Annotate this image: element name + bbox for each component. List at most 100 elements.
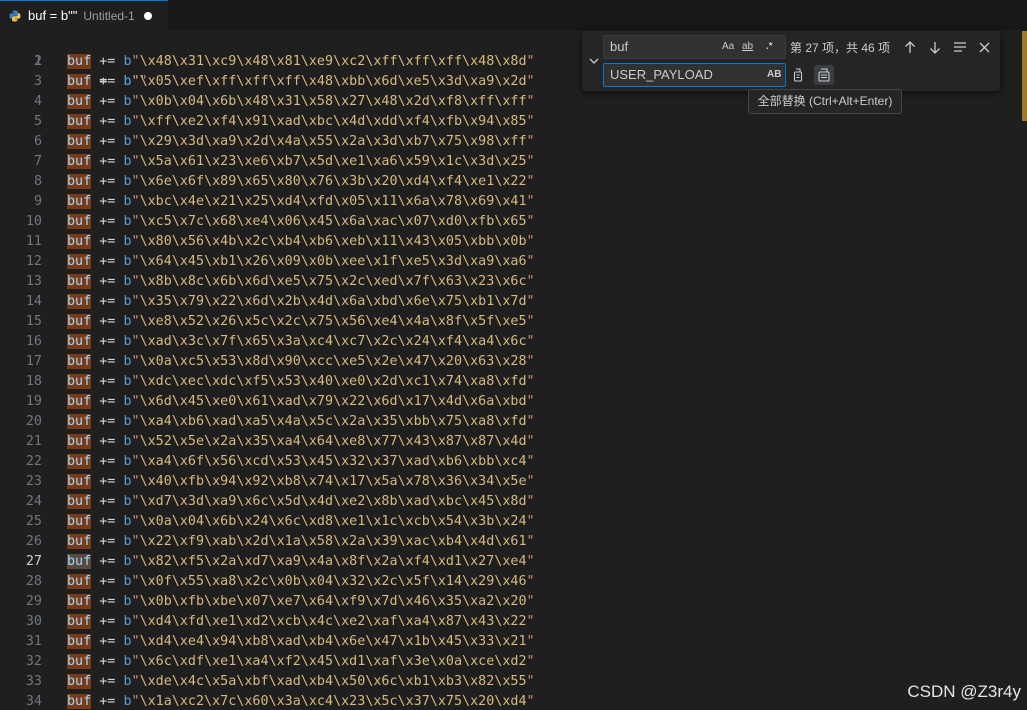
code-line: 5 buf += b"\xff\xe2\xf4\x91\xad\xbc\x4d\x… (0, 112, 1027, 132)
escape-sequence: \x0b\x04\x6b\x48\x31\x58\x27\x48\x2d\xf8… (139, 94, 527, 109)
code-text: buf += b"\xde\x4c\x5a\xbf\xad\xb4\x50\x6… (67, 674, 535, 689)
code-line: 24 buf += b"\xd7\x3d\xa9\x6c\x5d\x4d\xe2\… (0, 492, 1027, 512)
escape-sequence: \x80\x56\x4b\x2c\xb4\xb6\xeb\x11\x43\x05… (139, 234, 527, 249)
find-in-selection-button[interactable] (950, 37, 970, 57)
escape-sequence: \x0a\x04\x6b\x24\x6c\xd8\xe1\x1c\xcb\x54… (139, 514, 527, 529)
code-text: buf += b"\xff\xe2\xf4\x91\xad\xbc\x4d\xd… (67, 114, 535, 129)
code-text: buf += b"\xad\x3c\x7f\x65\x3a\xc4\xc7\x2… (67, 334, 535, 349)
escape-sequence: \xff\xe2\xf4\x91\xad\xbc\x4d\xdd\xf4\xfb… (139, 114, 527, 129)
escape-sequence: \x52\x5e\x2a\x35\xa4\x64\xe8\x77\x43\x87… (139, 434, 527, 449)
escape-sequence: \xa4\xb6\xad\xa5\x4a\x5c\x2a\x35\xbb\x75… (139, 414, 527, 429)
escape-sequence: \x5a\x61\x23\xe6\xb7\x5d\xe1\xa6\x59\x1c… (139, 154, 527, 169)
replace-all-button[interactable] (814, 65, 834, 85)
code-line: 6 buf += b"\x29\x3d\xa9\x2d\x4a\x55\x2a\x… (0, 132, 1027, 152)
tab-title: buf = b"" (28, 8, 78, 23)
replace-all-icon (818, 68, 830, 82)
code-editor[interactable]: 1 buf = b"" 2buf += b"\x48\x31\xc9\x48\x… (0, 30, 1027, 710)
selection-lines-icon (954, 42, 966, 52)
code-text: buf += b"\x0b\xfb\xbe\x07\xe7\x64\xf9\x7… (67, 594, 535, 609)
code-text: buf += b"\x40\xfb\x94\x92\xb8\x74\x17\x5… (67, 474, 535, 489)
line-number: 34 (25, 694, 42, 709)
code-line: 20 buf += b"\xa4\xb6\xad\xa5\x4a\x5c\x2a\… (0, 412, 1027, 432)
line-number: 2 (33, 54, 42, 69)
find-input[interactable]: buf Aa ab .* (603, 35, 786, 59)
replace-input[interactable]: USER_PAYLOAD AB (603, 63, 786, 87)
line-number: 30 (25, 614, 42, 629)
code-text: buf += b"\x0a\xc5\x53\x8d\x90\xcc\xe5\x2… (67, 354, 535, 369)
code-text: buf += b"\x0a\x04\x6b\x24\x6c\xd8\xe1\x1… (67, 514, 535, 529)
escape-sequence: \x40\xfb\x94\x92\xb8\x74\x17\x5a\x78\x36… (139, 474, 527, 489)
line-number: 25 (25, 514, 42, 529)
code-text: buf += b"\x0b\x04\x6b\x48\x31\x58\x27\x4… (67, 94, 535, 109)
close-find-button[interactable] (974, 37, 994, 57)
chevron-down-icon (589, 58, 599, 64)
code-line: 34 buf += b"\x1a\xc2\x7c\x60\x3a\xc4\x23\… (0, 692, 1027, 710)
line-number: 31 (25, 634, 42, 649)
code-text: buf += b"\xa4\x6f\x56\xcd\x53\x45\x32\x3… (67, 454, 535, 469)
unsaved-dot-icon[interactable] (143, 11, 152, 20)
previous-match-button[interactable] (900, 37, 920, 57)
escape-sequence: \xad\x3c\x7f\x65\x3a\xc4\xc7\x2c\x24\xf4… (139, 334, 527, 349)
code-text: buf += b"\xbc\x4e\x21\x25\xd4\xfd\x05\x1… (67, 194, 535, 209)
code-text: buf += b"\x5a\x61\x23\xe6\xb7\x5d\xe1\xa… (67, 154, 535, 169)
line-number: 22 (25, 454, 42, 469)
regex-toggle[interactable]: .* (766, 39, 773, 55)
code-line: 17 buf += b"\x0a\xc5\x53\x8d\x90\xcc\xe5\… (0, 352, 1027, 372)
next-match-button[interactable] (925, 37, 945, 57)
match-case-toggle[interactable]: Aa (722, 39, 734, 55)
escape-sequence: \xde\x4c\x5a\xbf\xad\xb4\x50\x6c\xb1\xb3… (139, 674, 527, 689)
code-line: 23 buf += b"\x40\xfb\x94\x92\xb8\x74\x17\… (0, 472, 1027, 492)
escape-sequence: \xd4\xe4\x94\xb8\xad\xb4\x6e\x47\x1b\x45… (139, 634, 527, 649)
code-text: buf += b"\xdc\xec\xdc\xf5\x53\x40\xe0\x2… (67, 374, 535, 389)
find-input-value: buf (610, 39, 629, 54)
preserve-case-toggle[interactable]: AB (767, 67, 781, 83)
line-number: 19 (25, 394, 42, 409)
replace-button[interactable] (788, 65, 808, 85)
code-text: buf += b"\xd7\x3d\xa9\x6c\x5d\x4d\xe2\x8… (67, 494, 535, 509)
escape-sequence: \x22\xf9\xab\x2d\x1a\x58\x2a\x39\xac\xb4… (139, 534, 527, 549)
code-line: 27 buf += b"\x82\xf5\x2a\xd7\xa9\x4a\x8f\… (0, 552, 1027, 572)
line-number: 15 (25, 314, 42, 329)
code-line: 18 buf += b"\xdc\xec\xdc\xf5\x53\x40\xe0\… (0, 372, 1027, 392)
line-number: 24 (25, 494, 42, 509)
code-line: 19 buf += b"\x6d\x45\xe0\x61\xad\x79\x22\… (0, 392, 1027, 412)
line-number: 10 (25, 214, 42, 229)
editor-tab[interactable]: buf = b"" Untitled-1 (0, 0, 168, 30)
line-number: 20 (25, 414, 42, 429)
code-line: 16 buf += b"\xad\x3c\x7f\x65\x3a\xc4\xc7\… (0, 332, 1027, 352)
code-text: buf += b"\x80\x56\x4b\x2c\xb4\xb6\xeb\x1… (67, 234, 535, 249)
code-text: buf += b"\x48\x31\xc9\x48\x81\xe9\xc2\xf… (67, 54, 535, 69)
escape-sequence: \x35\x79\x22\x6d\x2b\x4d\x6a\xbd\x6e\x75… (139, 294, 527, 309)
find-replace-widget: buf Aa ab .* 第 27 项，共 46 项 USER_PAYLOAD … (582, 31, 1000, 91)
code-text: buf += b"\x05\xef\xff\xff\xff\x48\xbb\x6… (67, 74, 535, 89)
code-line: 9 buf += b"\xbc\x4e\x21\x25\xd4\xfd\x05\x… (0, 192, 1027, 212)
code-line: 29 buf += b"\x0b\xfb\xbe\x07\xe7\x64\xf9\… (0, 592, 1027, 612)
code-line: 8 buf += b"\x6e\x6f\x89\x65\x80\x76\x3b\x… (0, 172, 1027, 192)
line-number: 4 (33, 94, 42, 109)
line-number: 32 (25, 654, 42, 669)
code-text: buf += b"\x6c\xdf\xe1\xa4\xf2\x45\xd1\xa… (67, 654, 535, 669)
line-number: 28 (25, 574, 42, 589)
escape-sequence: \x05\xef\xff\xff\xff\x48\xbb\x6d\xe5\x3d… (139, 74, 527, 89)
scrollbar-match-marker (1022, 31, 1027, 121)
line-number: 11 (25, 234, 42, 249)
code-line: 11 buf += b"\x80\x56\x4b\x2c\xb4\xb6\xeb\… (0, 232, 1027, 252)
code-line: 25 buf += b"\x0a\x04\x6b\x24\x6c\xd8\xe1\… (0, 512, 1027, 532)
replace-input-value: USER_PAYLOAD (610, 67, 713, 82)
whole-word-toggle[interactable]: ab (742, 39, 753, 55)
code-line: 15 buf += b"\xe8\x52\x26\x5c\x2c\x75\x56\… (0, 312, 1027, 332)
code-line: 13 buf += b"\x8b\x8c\x6b\x6d\xe5\x75\x2c\… (0, 272, 1027, 292)
escape-sequence: \xa4\x6f\x56\xcd\x53\x45\x32\x37\xad\xb6… (139, 454, 527, 469)
escape-sequence: \x6d\x45\xe0\x61\xad\x79\x22\x6d\x17\x4d… (139, 394, 527, 409)
escape-sequence: \x0f\x55\xa8\x2c\x0b\x04\x32\x2c\x5f\x14… (139, 574, 527, 589)
tab-description: Untitled-1 (83, 8, 135, 23)
toggle-replace-button[interactable] (586, 51, 602, 71)
code-line: 31 buf += b"\xd4\xe4\x94\xb8\xad\xb4\x6e\… (0, 632, 1027, 652)
line-number: 3 (33, 74, 42, 89)
escape-sequence: \x82\xf5\x2a\xd7\xa9\x4a\x8f\x2a\xf4\xd1… (139, 554, 527, 569)
code-line: 22 buf += b"\xa4\x6f\x56\xcd\x53\x45\x32\… (0, 452, 1027, 472)
code-line: 14 buf += b"\x35\x79\x22\x6d\x2b\x4d\x6a\… (0, 292, 1027, 312)
escape-sequence: \x6e\x6f\x89\x65\x80\x76\x3b\x20\xd4\xf4… (139, 174, 527, 189)
escape-sequence: \xd4\xfd\xe1\xd2\xcb\x4c\xe2\xaf\xa4\x87… (139, 614, 527, 629)
code-text: buf += b"\x82\xf5\x2a\xd7\xa9\x4a\x8f\x2… (67, 554, 535, 569)
